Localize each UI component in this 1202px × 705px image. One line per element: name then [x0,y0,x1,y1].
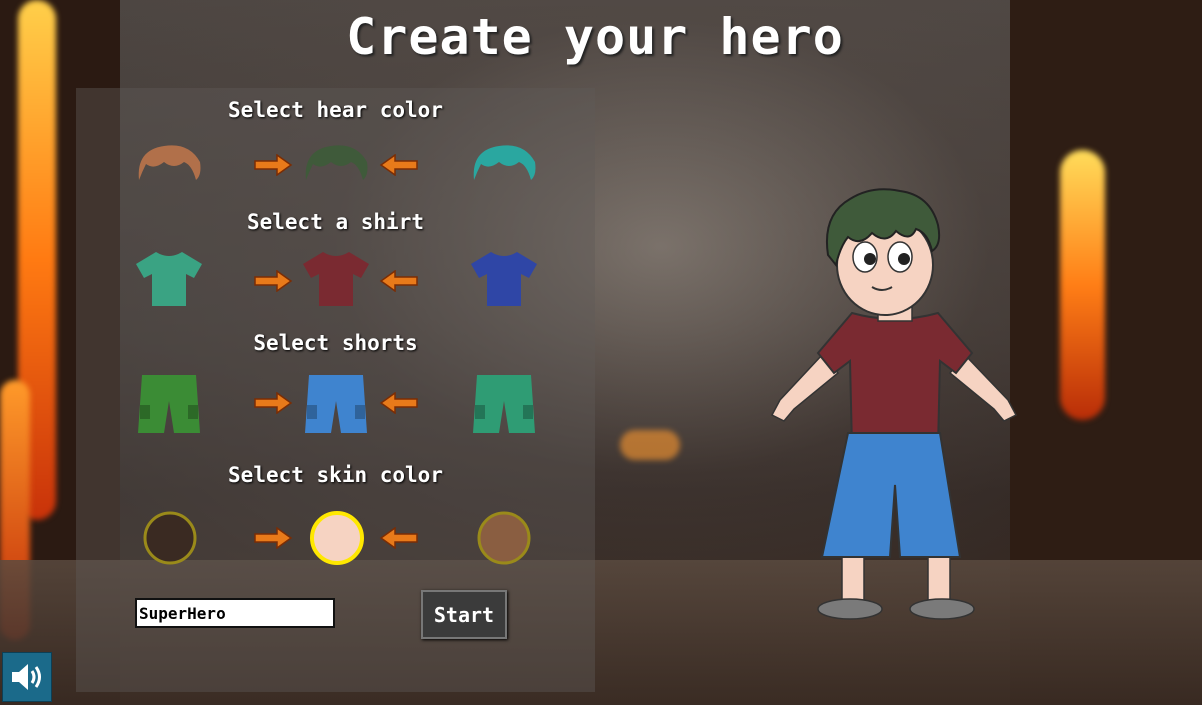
hair-section-title: Select hear color [228,98,443,122]
hero-legs [841,554,951,604]
shirt-option-right[interactable] [469,248,539,308]
page-title: Create your hero [346,8,844,66]
shorts-option-center[interactable] [303,373,369,439]
skin-next-arrow[interactable] [253,527,293,549]
skin-option-center-selected[interactable] [309,510,365,566]
hero-preview-character [770,188,1018,620]
shirt-option-left[interactable] [134,248,204,308]
shirt-next-arrow[interactable] [253,270,293,292]
hair-option-left[interactable] [134,140,204,185]
shirt-option-center[interactable] [301,248,371,308]
shorts-section-title: Select shorts [253,331,418,355]
hero-name-input[interactable] [135,598,335,628]
hair-prev-arrow[interactable] [379,154,419,176]
sound-toggle-button[interactable] [2,652,52,702]
shirt-prev-arrow[interactable] [379,270,419,292]
right-lava-flow [1060,150,1105,420]
start-button[interactable]: Start [421,590,507,639]
skin-option-left[interactable] [142,510,198,566]
speaker-icon [12,664,41,690]
lava-glow [620,430,680,460]
hair-next-arrow[interactable] [253,154,293,176]
shorts-next-arrow[interactable] [253,392,293,414]
hero-shirt [816,311,974,448]
shorts-prev-arrow[interactable] [379,392,419,414]
shirt-section-title: Select a shirt [246,210,424,234]
hero-shoes [817,598,975,620]
shorts-option-left[interactable] [136,373,202,439]
skin-section-title: Select skin color [228,463,443,487]
hero-shorts [820,432,962,558]
hair-option-center[interactable] [301,140,371,185]
shorts-option-right[interactable] [471,373,537,439]
hair-option-right[interactable] [469,140,539,185]
skin-option-right[interactable] [476,510,532,566]
skin-prev-arrow[interactable] [379,527,419,549]
